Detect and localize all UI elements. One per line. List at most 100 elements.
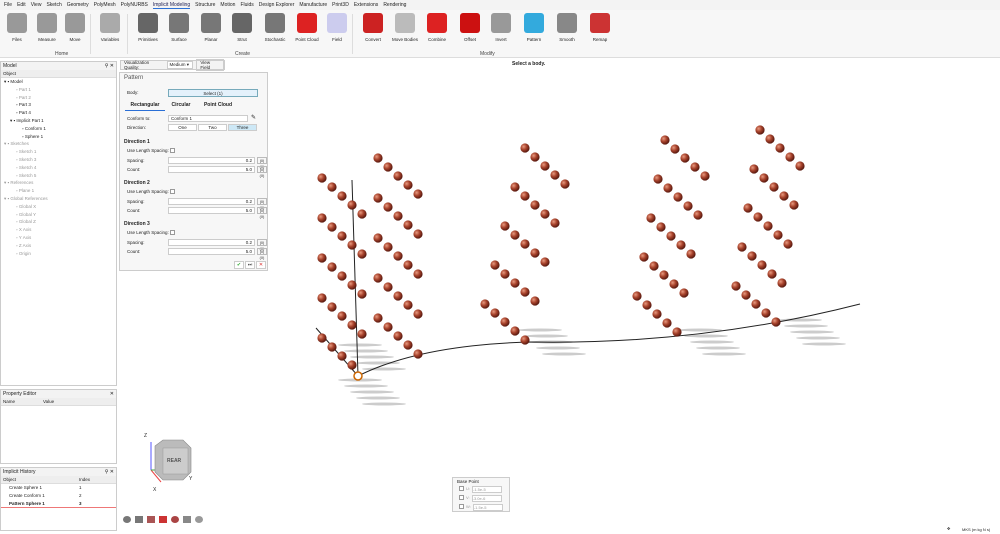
pattern-sphere[interactable]	[327, 302, 337, 312]
spacing-input[interactable]: 0.2	[168, 239, 255, 246]
use-length-spacing-checkbox[interactable]	[170, 189, 175, 194]
pattern-sphere[interactable]	[383, 242, 393, 252]
menu-design-explorer[interactable]: Design Explorer	[259, 2, 295, 8]
globe-icon[interactable]	[195, 516, 203, 523]
panel-controls-icon[interactable]: ⚲ ✕	[105, 469, 114, 475]
pattern-sphere[interactable]	[337, 191, 347, 201]
viz-quality-select[interactable]: Medium ▾	[166, 61, 194, 69]
view-cube[interactable]: REAR Z Y X	[143, 432, 203, 497]
pattern-sphere[interactable]	[743, 203, 753, 213]
pattern-sphere[interactable]	[669, 279, 679, 289]
pattern-sphere[interactable]	[673, 192, 683, 202]
pattern-sphere[interactable]	[413, 229, 423, 239]
pattern-sphere[interactable]	[769, 182, 779, 192]
pattern-sphere[interactable]	[413, 309, 423, 319]
pattern-sphere[interactable]	[383, 282, 393, 292]
3d-viewport[interactable]: Select a body.	[269, 58, 1000, 524]
menu-implicit-modeling[interactable]: Implicit Modeling	[152, 2, 191, 9]
count-input[interactable]: 5.0	[168, 248, 255, 255]
pattern-sphere[interactable]	[520, 287, 530, 297]
direction-one-button[interactable]: One	[168, 124, 197, 131]
pattern-sphere[interactable]	[393, 171, 403, 181]
pattern-sphere[interactable]	[779, 191, 789, 201]
pattern-sphere[interactable]	[337, 351, 347, 361]
expression-button[interactable]: (0)(X)	[257, 207, 267, 219]
pattern-sphere[interactable]	[530, 248, 540, 258]
pattern-sphere[interactable]	[642, 300, 652, 310]
pattern-sphere[interactable]	[500, 221, 510, 231]
pattern-sphere[interactable]	[357, 249, 367, 259]
primitives-button[interactable]: Primitives	[133, 13, 163, 43]
view-tool-icon[interactable]	[135, 516, 143, 523]
variables-button[interactable]: Variables	[95, 13, 125, 43]
pattern-sphere[interactable]	[337, 231, 347, 241]
surface-button[interactable]: Surface	[164, 13, 194, 43]
pattern-sphere[interactable]	[656, 222, 666, 232]
pattern-sphere[interactable]	[550, 170, 560, 180]
menu-geometry[interactable]: Geometry	[67, 2, 89, 8]
tab-rectangular[interactable]: Rectangular	[125, 102, 165, 111]
menu-rendering[interactable]: Rendering	[383, 2, 406, 8]
tree-item[interactable]: ▫ Sphere 1	[1, 133, 116, 141]
history-row[interactable]: Pattern Sphere 1 3	[1, 500, 116, 508]
pattern-sphere[interactable]	[777, 278, 787, 288]
tree-item[interactable]: ▫ Sketch 1	[1, 148, 116, 156]
pattern-sphere[interactable]	[683, 201, 693, 211]
tree-item[interactable]: ▫ Part 4	[1, 109, 116, 117]
tree-item[interactable]: ▫ Sketch 3	[1, 156, 116, 164]
pattern-sphere[interactable]	[327, 342, 337, 352]
pattern-sphere[interactable]	[327, 222, 337, 232]
pattern-sphere[interactable]	[789, 200, 799, 210]
planar-button[interactable]: Planar	[196, 13, 226, 43]
tree-item[interactable]: ▫ Global Z	[1, 218, 116, 226]
pattern-sphere[interactable]	[700, 171, 710, 181]
menu-fluids[interactable]: Fluids	[240, 2, 253, 8]
tree-item[interactable]: ▾ ▪ Sketches	[1, 140, 116, 148]
pattern-sphere[interactable]	[520, 143, 530, 153]
pattern-sphere[interactable]	[530, 200, 540, 210]
pattern-sphere[interactable]	[759, 173, 769, 183]
coord-input[interactable]: -1.5e-5	[472, 504, 503, 511]
pattern-sphere[interactable]	[520, 191, 530, 201]
history-row[interactable]: Create Sphere 1 1	[1, 484, 116, 492]
pattern-sphere[interactable]	[317, 173, 327, 183]
pattern-sphere[interactable]	[403, 260, 413, 270]
invert-button[interactable]: Invert	[486, 13, 516, 43]
view-tool-icon[interactable]	[183, 516, 191, 523]
pattern-sphere[interactable]	[753, 212, 763, 222]
tree-item[interactable]: ▫ Conform 1	[1, 125, 116, 133]
pattern-sphere[interactable]	[783, 239, 793, 249]
pattern-sphere[interactable]	[480, 299, 490, 309]
coord-input[interactable]: -3.0e-6	[471, 495, 502, 502]
tab-point-cloud[interactable]: Point Cloud	[200, 102, 236, 110]
pattern-sphere[interactable]	[765, 134, 775, 144]
pattern-sphere[interactable]	[771, 317, 781, 327]
pattern-sphere[interactable]	[500, 269, 510, 279]
pattern-sphere[interactable]	[373, 233, 383, 243]
pattern-sphere[interactable]	[686, 249, 696, 259]
pattern-sphere[interactable]	[337, 311, 347, 321]
pattern-sphere[interactable]	[646, 213, 656, 223]
pattern-sphere[interactable]	[540, 257, 550, 267]
history-row[interactable]: Create Conform 1 2	[1, 492, 116, 500]
pattern-sphere[interactable]	[680, 153, 690, 163]
spacing-input[interactable]: 0.2	[168, 198, 255, 205]
view-field-button[interactable]: View Field	[196, 59, 224, 71]
pattern-sphere[interactable]	[317, 253, 327, 263]
snap-icon[interactable]: ✥	[947, 526, 950, 531]
menu-polymesh[interactable]: PolyMesh	[94, 2, 116, 8]
combine-button[interactable]: Combine	[422, 13, 452, 43]
tree-item[interactable]: ▫ Global X	[1, 203, 116, 211]
pattern-sphere[interactable]	[676, 240, 686, 250]
pattern-sphere[interactable]	[500, 317, 510, 327]
menu-print3d[interactable]: Print3D	[332, 2, 349, 8]
pattern-sphere[interactable]	[540, 161, 550, 171]
tree-item[interactable]: ▫ Global Y	[1, 211, 116, 219]
tree-item[interactable]: ▫ Sketch 4	[1, 164, 116, 172]
pattern-sphere[interactable]	[639, 252, 649, 262]
pattern-sphere[interactable]	[540, 209, 550, 219]
tree-item[interactable]: ▾ ▪ Global References	[1, 195, 116, 203]
menu-sketch[interactable]: Sketch	[46, 2, 61, 8]
pattern-sphere[interactable]	[347, 200, 357, 210]
pattern-sphere[interactable]	[679, 288, 689, 298]
